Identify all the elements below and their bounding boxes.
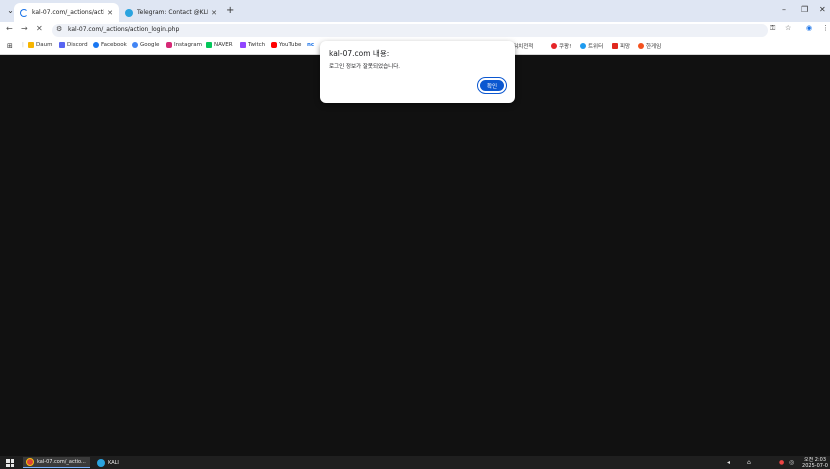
coupang-icon	[551, 43, 557, 49]
dialog-message: 로그인 정보가 잘못되었습니다.	[329, 64, 401, 70]
chrome-icon	[26, 458, 34, 466]
bookmark-separator: |	[22, 42, 24, 48]
tab-title: Telegram: Contact @KLBET24	[137, 9, 208, 16]
taskbar-item-kali[interactable]: KALI	[94, 457, 134, 468]
apps-grid-icon[interactable]: ⊞	[7, 42, 13, 50]
bookmark-nc[interactable]: nc	[307, 42, 314, 48]
facebook-icon	[93, 42, 99, 48]
bookmark-facebook[interactable]: Facebook	[93, 42, 127, 48]
minimize-icon[interactable]: –	[782, 5, 786, 14]
profile-icon[interactable]: ◉	[806, 24, 812, 32]
daum-icon	[28, 42, 34, 48]
volume-icon[interactable]: ◎	[789, 459, 794, 466]
naver-icon	[206, 42, 212, 48]
loading-icon	[20, 8, 28, 17]
password-key-icon[interactable]: ⚿	[770, 24, 775, 33]
telegram-icon	[125, 8, 133, 17]
dialog-title: kal-07.com 내용:	[329, 49, 390, 58]
bookmark-twitch[interactable]: Twitch	[240, 42, 265, 48]
tab-telegram[interactable]: Telegram: Contact @KLBET24 ✕	[119, 3, 223, 22]
ok-button[interactable]: 확인	[477, 77, 507, 94]
telegram-tray-icon[interactable]: ◂	[727, 459, 730, 466]
pmang-icon	[612, 43, 618, 49]
hangame-icon	[638, 43, 644, 49]
bookmark-instagram[interactable]: Instagram	[166, 42, 202, 48]
back-icon[interactable]: ←	[6, 24, 13, 33]
taskbar-item-chrome[interactable]: kal-07.com/_actio...	[23, 457, 90, 468]
menu-icon[interactable]: ⋮	[822, 24, 829, 32]
network-icon[interactable]: ⌂	[747, 459, 751, 466]
close-tab-icon[interactable]: ✕	[211, 9, 217, 17]
bookmark-daum[interactable]: Daum	[28, 42, 52, 48]
new-tab-icon[interactable]: +	[226, 5, 234, 17]
clock-date: 2025-07-0	[802, 463, 828, 469]
close-tab-icon[interactable]: ✕	[107, 9, 113, 17]
clock[interactable]: 오전 2:03 2025-07-0	[800, 457, 830, 469]
address-bar[interactable]: ⚙ kal-07.com/_actions/action_login.php	[52, 24, 768, 37]
site-info-icon[interactable]: ⚙	[56, 25, 62, 33]
record-icon[interactable]: ●	[779, 459, 784, 466]
bookmark-google[interactable]: Google	[132, 42, 159, 48]
close-window-icon[interactable]: ✕	[819, 5, 826, 14]
bookmark-discord[interactable]: Discord	[59, 42, 88, 48]
instagram-icon	[166, 42, 172, 48]
alert-dialog: kal-07.com 내용: 로그인 정보가 잘못되었습니다. 확인	[320, 41, 515, 103]
bookmark-youtube[interactable]: YouTube	[271, 42, 301, 48]
bookmark-coupang[interactable]: 쿠팡!	[551, 42, 571, 50]
bookmark-twitter[interactable]: 트위터	[580, 42, 603, 50]
restore-icon[interactable]: ❐	[801, 5, 808, 14]
windows-start-icon[interactable]	[6, 459, 14, 467]
stop-loading-icon[interactable]: ✕	[36, 24, 43, 33]
twitter-icon	[580, 43, 586, 49]
tab-title: kal-07.com/_actions/action_lo	[32, 9, 104, 16]
bookmark-naver[interactable]: NAVER	[206, 42, 233, 48]
forward-icon[interactable]: →	[21, 24, 28, 33]
bookmark-hangame[interactable]: 한게임	[638, 42, 661, 50]
address-text: kal-07.com/_actions/action_login.php	[68, 26, 180, 33]
youtube-icon	[271, 42, 277, 48]
tab-kal07[interactable]: kal-07.com/_actions/action_lo ✕	[14, 3, 119, 22]
page-content	[0, 55, 830, 456]
google-icon	[132, 42, 138, 48]
telegram-icon	[97, 458, 105, 467]
bookmark-star-icon[interactable]: ☆	[785, 24, 791, 32]
bookmark-pmang[interactable]: 피망	[612, 42, 630, 50]
twitch-icon	[240, 42, 246, 48]
discord-icon	[59, 42, 65, 48]
